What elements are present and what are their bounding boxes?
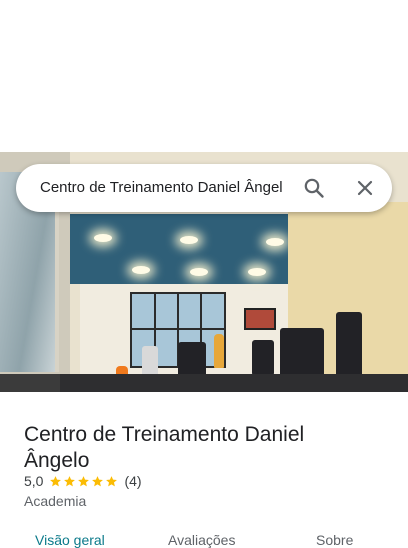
ceiling-light	[180, 236, 198, 244]
star-icon	[78, 475, 90, 486]
place-category[interactable]: Academia	[24, 493, 86, 509]
star-icon	[64, 475, 76, 486]
photo-tv	[244, 308, 276, 330]
place-tabs: Visão geral Avaliações Sobre	[0, 528, 408, 548]
tab-reviews[interactable]: Avaliações	[168, 532, 235, 548]
star-icon	[50, 475, 62, 486]
rating-stars	[49, 475, 119, 488]
photo-machine	[178, 342, 206, 378]
photo-machine	[252, 340, 274, 376]
photo-dumbbell-rack	[0, 374, 60, 392]
ceiling-light	[190, 268, 208, 276]
tab-about[interactable]: Sobre	[316, 532, 353, 548]
photo-floor	[60, 374, 408, 392]
star-icon	[92, 475, 104, 486]
tab-overview[interactable]: Visão geral	[35, 532, 105, 548]
place-title: Centro de Treinamento Daniel Ângelo	[24, 423, 305, 473]
close-icon[interactable]	[353, 176, 377, 200]
search-icon[interactable]	[302, 176, 326, 200]
review-count[interactable]: (4)	[124, 473, 141, 489]
ceiling-light	[248, 268, 266, 276]
search-input[interactable]: Centro de Treinamento Daniel Ângel	[40, 178, 302, 198]
ceiling-light	[266, 238, 284, 246]
map-area-blank	[0, 0, 408, 152]
star-icon	[106, 475, 118, 486]
photo-person	[214, 334, 224, 368]
rating-row[interactable]: 5,0 (4)	[24, 472, 142, 490]
search-bar[interactable]: Centro de Treinamento Daniel Ângel	[16, 164, 392, 212]
rating-value: 5,0	[24, 473, 44, 489]
ceiling-light	[94, 234, 112, 242]
ceiling-light	[132, 266, 150, 274]
